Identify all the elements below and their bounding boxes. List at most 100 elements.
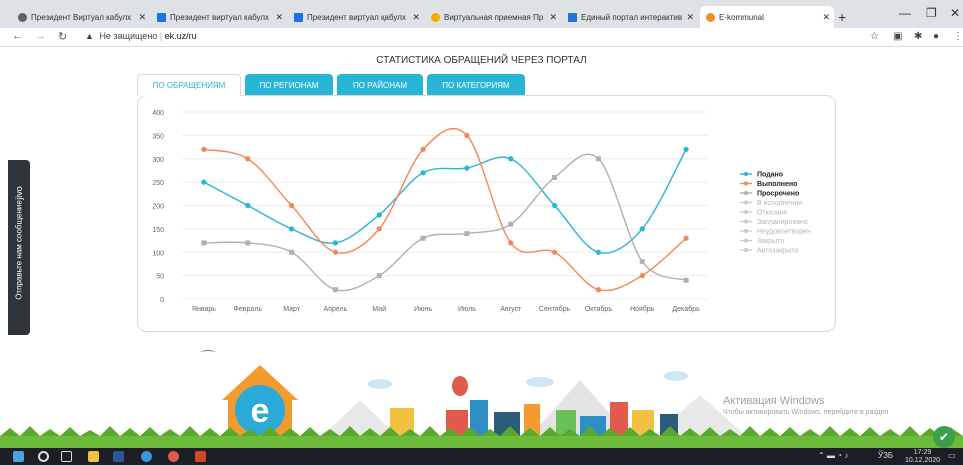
tab-favicon-icon (157, 12, 166, 22)
browser-tab[interactable]: Президент виртуал кабулх ✕ (151, 6, 287, 28)
data-point (464, 165, 470, 171)
browser-tab[interactable]: Президент виртуал қабулх ✕ (288, 6, 424, 28)
data-point (288, 202, 295, 209)
data-point (551, 249, 558, 255)
data-point (376, 273, 382, 279)
data-point (245, 156, 251, 162)
data-point (683, 277, 689, 283)
file-explorer-icon[interactable] (88, 451, 99, 462)
data-point (376, 212, 382, 218)
close-tab-icon[interactable]: ✕ (549, 12, 557, 23)
browser-tab-active[interactable]: E-kommunal ✕ (700, 6, 834, 28)
word-icon[interactable] (113, 451, 124, 462)
series-line (203, 153, 687, 292)
shield-check-button[interactable]: ✔ (933, 426, 955, 448)
x-tick-label: Ноябрь (630, 305, 655, 313)
menu-dots-icon[interactable]: ⋮ (953, 31, 963, 42)
data-point (551, 202, 558, 209)
close-tab-icon[interactable]: ✕ (412, 12, 420, 23)
data-point (245, 240, 251, 246)
data-point (639, 226, 645, 232)
legend-marker (744, 238, 748, 243)
series-line (203, 149, 687, 254)
minimize-icon[interactable]: — (899, 6, 911, 20)
data-point (595, 287, 602, 293)
y-tick-label: 0 (160, 297, 164, 304)
chat-widget-tab[interactable]: jivo Отправьте нам сообщение (8, 160, 30, 335)
chart-panel: 0 50 100 150 200 250 300 350 400 Январь Февраль Мар… (137, 95, 836, 332)
data-point (332, 240, 339, 246)
legend-label: Автозакрыто (757, 248, 798, 255)
maximize-icon[interactable]: ❐ (926, 6, 937, 20)
windows-taskbar: ⌃ ▬ ◔ ♪ ЎЗБ 17:29 10.12.2020 ▭ (0, 448, 963, 465)
url-field[interactable]: ▲ Не защищено | ek.uz/ru (85, 31, 197, 41)
close-tab-icon[interactable]: ✕ (822, 12, 830, 23)
line-chart: 0 50 100 150 200 250 300 350 400 Январь Февраль Мар… (152, 110, 811, 313)
data-point (552, 174, 558, 180)
data-point (201, 146, 207, 152)
logo-e-icon: e (251, 392, 270, 430)
data-point (245, 202, 251, 209)
y-tick-label: 400 (152, 110, 164, 117)
extension-icon[interactable]: ▣ (893, 31, 902, 42)
puzzle-icon[interactable]: ✱ (914, 31, 922, 42)
legend-label: Просрочено (757, 191, 799, 198)
tab-favicon-icon (294, 12, 303, 22)
forward-arrow-icon[interactable]: → (35, 30, 46, 42)
browser-tab[interactable]: Президент Виртуал кабулх ✕ (12, 6, 150, 28)
legend-label: Неудовлетворен (757, 229, 811, 236)
legend-marker (744, 210, 748, 214)
tray-icons[interactable]: ⌃ ▬ ◔ ♪ (818, 451, 848, 460)
tab-by-regions[interactable]: ПО РЕГИОНАМ (245, 74, 333, 96)
notifications-icon[interactable]: ▭ (948, 451, 956, 460)
data-point (683, 146, 689, 152)
browser-tab[interactable]: Единый портал интерактив ✕ (562, 6, 698, 28)
close-tab-icon[interactable]: ✕ (275, 12, 283, 23)
close-window-icon[interactable]: ✕ (950, 6, 960, 20)
tab-label: Президент виртуал кабулх (170, 12, 270, 22)
bookmark-star-icon[interactable]: ☆ (870, 31, 879, 42)
data-point (639, 259, 645, 265)
tab-by-districts[interactable]: ПО РАЙОНАМ (337, 74, 423, 96)
data-point (464, 132, 470, 138)
data-point (288, 226, 295, 232)
warning-icon: ▲ (85, 31, 94, 41)
windows-activation-title: Активация Windows (723, 395, 825, 407)
language-indicator[interactable]: ЎЗБ (878, 451, 893, 460)
windows-start-icon[interactable] (13, 451, 24, 462)
search-icon[interactable] (38, 451, 49, 462)
powerpoint-icon[interactable] (195, 451, 206, 462)
close-tab-icon[interactable]: ✕ (686, 12, 694, 23)
edge-icon[interactable] (141, 451, 152, 462)
chrome-icon[interactable] (168, 451, 179, 462)
system-clock[interactable]: 17:29 10.12.2020 (905, 449, 940, 465)
y-tick-label: 300 (152, 157, 164, 164)
data-point (683, 235, 689, 241)
data-point (376, 226, 382, 232)
x-tick-label: Март (283, 306, 301, 313)
close-tab-icon[interactable]: ✕ (138, 12, 146, 23)
data-point (289, 249, 295, 255)
clock-time: 17:29 (913, 449, 932, 456)
back-arrow-icon[interactable]: ← (12, 30, 23, 42)
legend-marker (744, 229, 748, 233)
jivo-logo: jivo (13, 186, 24, 200)
browser-tab[interactable]: Виртуальная приемная Пр ✕ (425, 6, 561, 28)
legend-label: Подано (757, 172, 783, 179)
tab-by-requests[interactable]: ПО ОБРАЩЕНИЯМ (137, 74, 241, 96)
x-tick-label: Октябрь (585, 305, 612, 313)
data-point (332, 249, 339, 255)
data-point (508, 156, 514, 162)
reload-icon[interactable]: ↻ (58, 30, 67, 43)
profile-avatar-icon[interactable]: ● (933, 31, 939, 42)
x-tick-label: Сентябрь (539, 305, 571, 313)
browser-tab-bar: Президент Виртуал кабулх ✕ Президент вир… (0, 0, 963, 28)
y-tick-label: 200 (152, 204, 164, 211)
data-point (420, 170, 426, 176)
tab-by-categories[interactable]: ПО КАТЕГОРИЯМ (427, 74, 525, 96)
task-view-icon[interactable] (61, 451, 72, 462)
new-tab-button[interactable]: + (838, 9, 846, 25)
legend-label: В исполнении (757, 200, 802, 207)
tab-label: E-kommunal (719, 12, 764, 22)
page-title: СТАТИСТИКА ОБРАЩЕНИЙ ЧЕРЕЗ ПОРТАЛ (376, 55, 587, 66)
